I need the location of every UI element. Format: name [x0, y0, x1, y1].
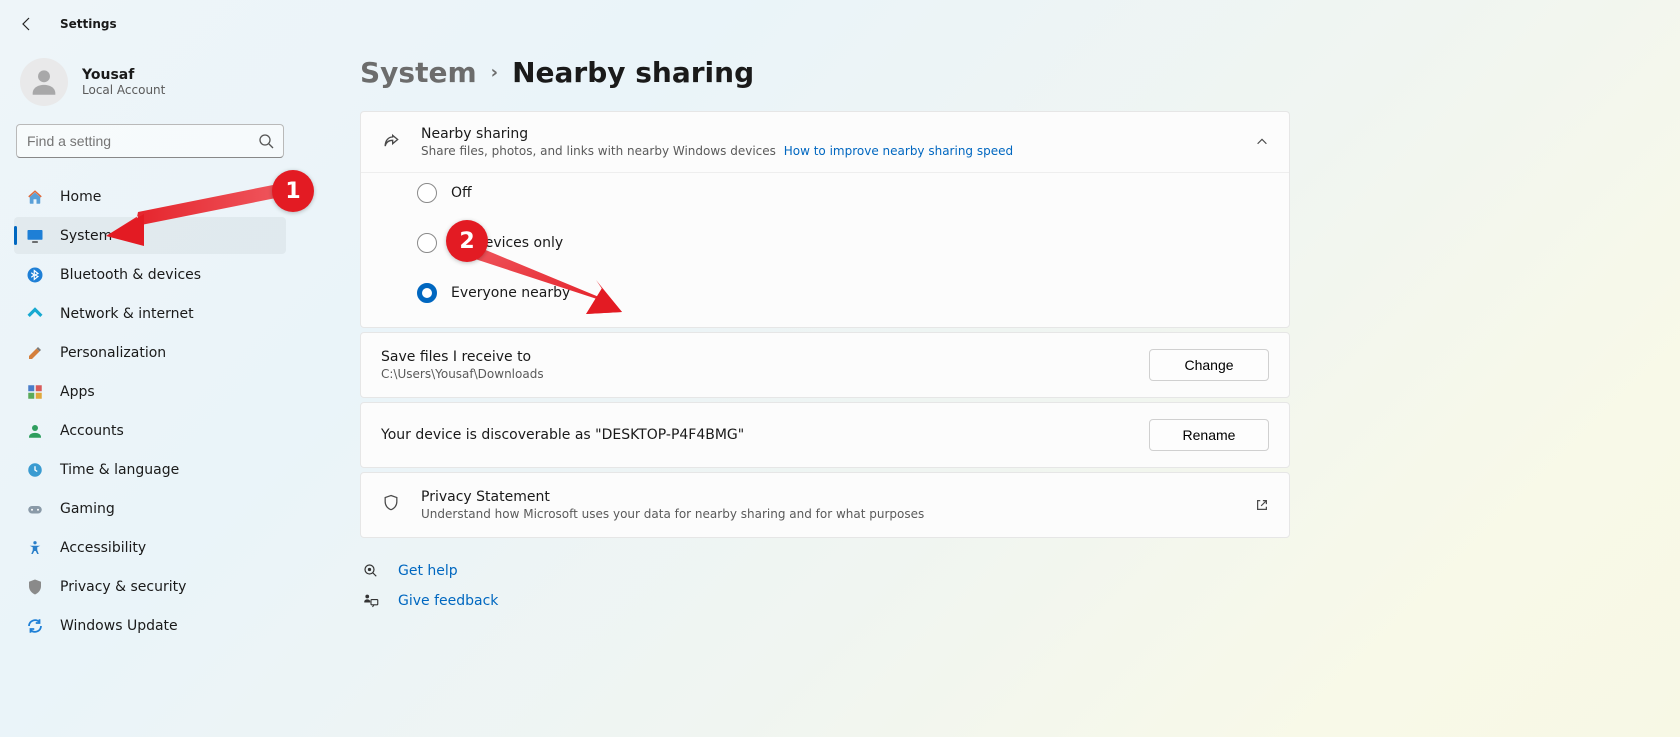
rename-button[interactable]: Rename	[1149, 419, 1269, 451]
shield-icon	[381, 493, 401, 517]
radio-my-devices[interactable]: My devices only	[417, 233, 1269, 253]
search-input[interactable]	[16, 124, 284, 158]
radio-label: My devices only	[451, 235, 563, 251]
main-content: System › Nearby sharing Nearby sharing S…	[300, 44, 1680, 737]
sidebar-item-label: Bluetooth & devices	[60, 267, 201, 283]
radio-icon	[417, 233, 437, 253]
sidebar-item-gaming[interactable]: Gaming	[14, 490, 286, 527]
search-icon	[258, 133, 274, 149]
sidebar-item-label: Windows Update	[60, 618, 178, 634]
radio-icon	[417, 283, 437, 303]
save-title: Save files I receive to	[381, 349, 1129, 365]
link-label: Give feedback	[398, 593, 498, 609]
sharing-radio-group: Off My devices only Everyone nearby	[361, 172, 1289, 327]
privacy-icon	[26, 578, 44, 596]
network-icon	[26, 305, 44, 323]
sidebar-item-label: Home	[60, 189, 101, 205]
sidebar-item-label: Apps	[60, 384, 95, 400]
sidebar-item-label: Privacy & security	[60, 579, 186, 595]
update-icon	[26, 617, 44, 635]
back-icon[interactable]	[18, 15, 36, 33]
sidebar: Yousaf Local Account Home System Bluetoo…	[0, 44, 300, 737]
sidebar-item-privacy[interactable]: Privacy & security	[14, 568, 286, 605]
nav: Home System Bluetooth & devices Network …	[14, 178, 286, 644]
save-path: C:\Users\Yousaf\Downloads	[381, 367, 1129, 381]
change-button[interactable]: Change	[1149, 349, 1269, 381]
discoverable-text: Your device is discoverable as "DESKTOP-…	[381, 427, 1129, 443]
avatar	[20, 58, 68, 106]
card-title: Nearby sharing	[421, 126, 1235, 142]
sidebar-item-accounts[interactable]: Accounts	[14, 412, 286, 449]
radio-label: Off	[451, 185, 472, 201]
footer-links: Get help Give feedback	[360, 562, 1640, 610]
give-feedback-link[interactable]: Give feedback	[362, 592, 1640, 610]
sidebar-item-bluetooth[interactable]: Bluetooth & devices	[14, 256, 286, 293]
sidebar-item-label: Network & internet	[60, 306, 194, 322]
sidebar-item-update[interactable]: Windows Update	[14, 607, 286, 644]
sidebar-item-label: Accounts	[60, 423, 124, 439]
accounts-icon	[26, 422, 44, 440]
user-subtitle: Local Account	[82, 83, 165, 97]
radio-everyone[interactable]: Everyone nearby	[417, 283, 1269, 303]
bluetooth-icon	[26, 266, 44, 284]
accessibility-icon	[26, 539, 44, 557]
chevron-right-icon: ›	[491, 62, 498, 83]
apps-icon	[26, 383, 44, 401]
external-link-icon	[1255, 498, 1269, 512]
privacy-card[interactable]: Privacy Statement Understand how Microso…	[360, 472, 1290, 538]
sidebar-item-personalization[interactable]: Personalization	[14, 334, 286, 371]
radio-label: Everyone nearby	[451, 285, 570, 301]
user-block[interactable]: Yousaf Local Account	[14, 54, 286, 124]
system-icon	[26, 227, 44, 245]
chevron-up-icon	[1255, 135, 1269, 149]
sidebar-item-accessibility[interactable]: Accessibility	[14, 529, 286, 566]
app-title: Settings	[60, 17, 117, 31]
breadcrumb: System › Nearby sharing	[360, 56, 1640, 89]
radio-off[interactable]: Off	[417, 183, 1269, 203]
sidebar-item-apps[interactable]: Apps	[14, 373, 286, 410]
sidebar-item-label: System	[60, 228, 112, 244]
help-icon	[362, 562, 380, 580]
sidebar-item-label: Gaming	[60, 501, 115, 517]
gaming-icon	[26, 500, 44, 518]
share-icon	[381, 132, 401, 152]
titlebar: Settings	[0, 0, 1680, 44]
nearby-sharing-card: Nearby sharing Share files, photos, and …	[360, 111, 1290, 328]
search-wrap	[16, 124, 284, 158]
breadcrumb-parent[interactable]: System	[360, 56, 477, 89]
personalization-icon	[26, 344, 44, 362]
nearby-sharing-expander[interactable]: Nearby sharing Share files, photos, and …	[361, 112, 1289, 172]
link-label: Get help	[398, 563, 458, 579]
help-link[interactable]: How to improve nearby sharing speed	[784, 144, 1013, 158]
feedback-icon	[362, 592, 380, 610]
user-name: Yousaf	[82, 67, 165, 83]
get-help-link[interactable]: Get help	[362, 562, 1640, 580]
privacy-subtitle: Understand how Microsoft uses your data …	[421, 507, 1235, 521]
sidebar-item-system[interactable]: System	[14, 217, 286, 254]
save-location-card: Save files I receive to C:\Users\Yousaf\…	[360, 332, 1290, 398]
discoverable-card: Your device is discoverable as "DESKTOP-…	[360, 402, 1290, 468]
sidebar-item-label: Accessibility	[60, 540, 146, 556]
sidebar-item-label: Personalization	[60, 345, 166, 361]
sidebar-item-time[interactable]: Time & language	[14, 451, 286, 488]
sidebar-item-label: Time & language	[60, 462, 179, 478]
home-icon	[26, 188, 44, 206]
sidebar-item-home[interactable]: Home	[14, 178, 286, 215]
page-title: Nearby sharing	[512, 56, 754, 89]
sidebar-item-network[interactable]: Network & internet	[14, 295, 286, 332]
privacy-title: Privacy Statement	[421, 489, 1235, 505]
time-icon	[26, 461, 44, 479]
card-subtitle: Share files, photos, and links with near…	[421, 144, 1235, 158]
radio-icon	[417, 183, 437, 203]
